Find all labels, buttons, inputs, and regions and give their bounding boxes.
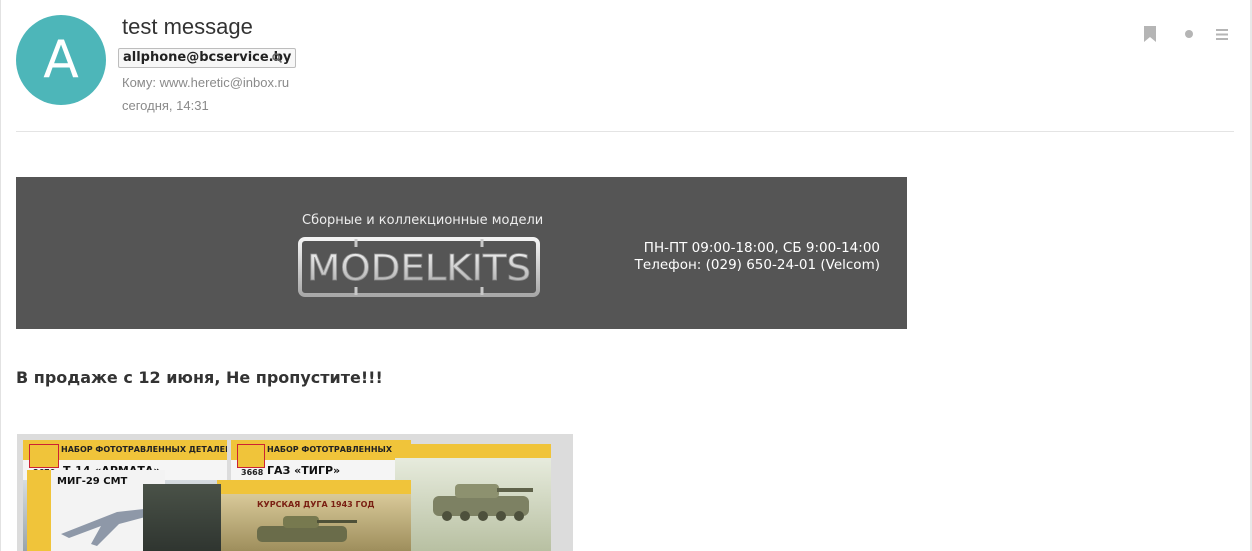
avatar-letter: A: [43, 30, 79, 90]
logo-text: MODELKITS: [307, 248, 531, 289]
sender-avatar[interactable]: A: [16, 15, 106, 105]
phone-number: Телефон: (029) 650-24-01 (Velcom): [634, 257, 880, 273]
product-box-king-tiger: [395, 444, 551, 551]
product-box-kursk: КУРСКАЯ ДУГА 1943 ГОД: [217, 480, 411, 551]
kit-label: НАБОР ФОТОТРАВЛЕННЫХ ДЕТАЛЕЙ: [267, 445, 411, 454]
search-icon[interactable]: [272, 53, 282, 63]
product-title: ГАЗ «ТИГР»: [267, 464, 341, 477]
banner-tagline: Сборные и коллекционные модели: [302, 213, 544, 228]
dot-icon: [1185, 30, 1193, 38]
more-menu-button[interactable]: [1212, 24, 1232, 44]
message-date: сегодня, 14:31: [122, 98, 209, 113]
product-code: 3668: [241, 468, 264, 477]
window-edge: [0, 0, 1, 551]
bookmark-button[interactable]: [1140, 24, 1160, 44]
menu-icon: [1216, 28, 1228, 40]
modelkits-logo: MODELKITS: [298, 237, 540, 297]
promo-headline: В продаже с 12 июня, Не пропустите!!!: [16, 368, 383, 387]
product-box-dark: [143, 484, 221, 551]
tank-illustration: [433, 484, 533, 521]
product-title: КУРСКАЯ ДУГА 1943 ГОД: [257, 500, 375, 509]
working-hours: ПН-ПТ 09:00-18:00, СБ 9:00-14:00: [643, 240, 880, 256]
bookmark-icon: [1144, 26, 1156, 42]
sender-address[interactable]: allphone@bcservice.by: [118, 48, 297, 68]
recipient-line: Кому: www.heretic@inbox.ru: [122, 75, 290, 90]
tank-illustration: [257, 516, 357, 542]
kit-label: НАБОР ФОТОТРАВЛЕННЫХ ДЕТАЛЕЙ: [61, 445, 227, 454]
mark-read-button[interactable]: [1179, 24, 1199, 44]
product-title: МИГ-29 СМТ: [57, 476, 128, 487]
message-subject: test message: [122, 14, 253, 39]
product-collage-image[interactable]: НАБОР ФОТОТРАВЛЕННЫХ ДЕТАЛЕЙ 3670 Т-14 «…: [17, 434, 573, 551]
header-divider: [16, 131, 1234, 132]
jet-illustration: [61, 508, 153, 546]
